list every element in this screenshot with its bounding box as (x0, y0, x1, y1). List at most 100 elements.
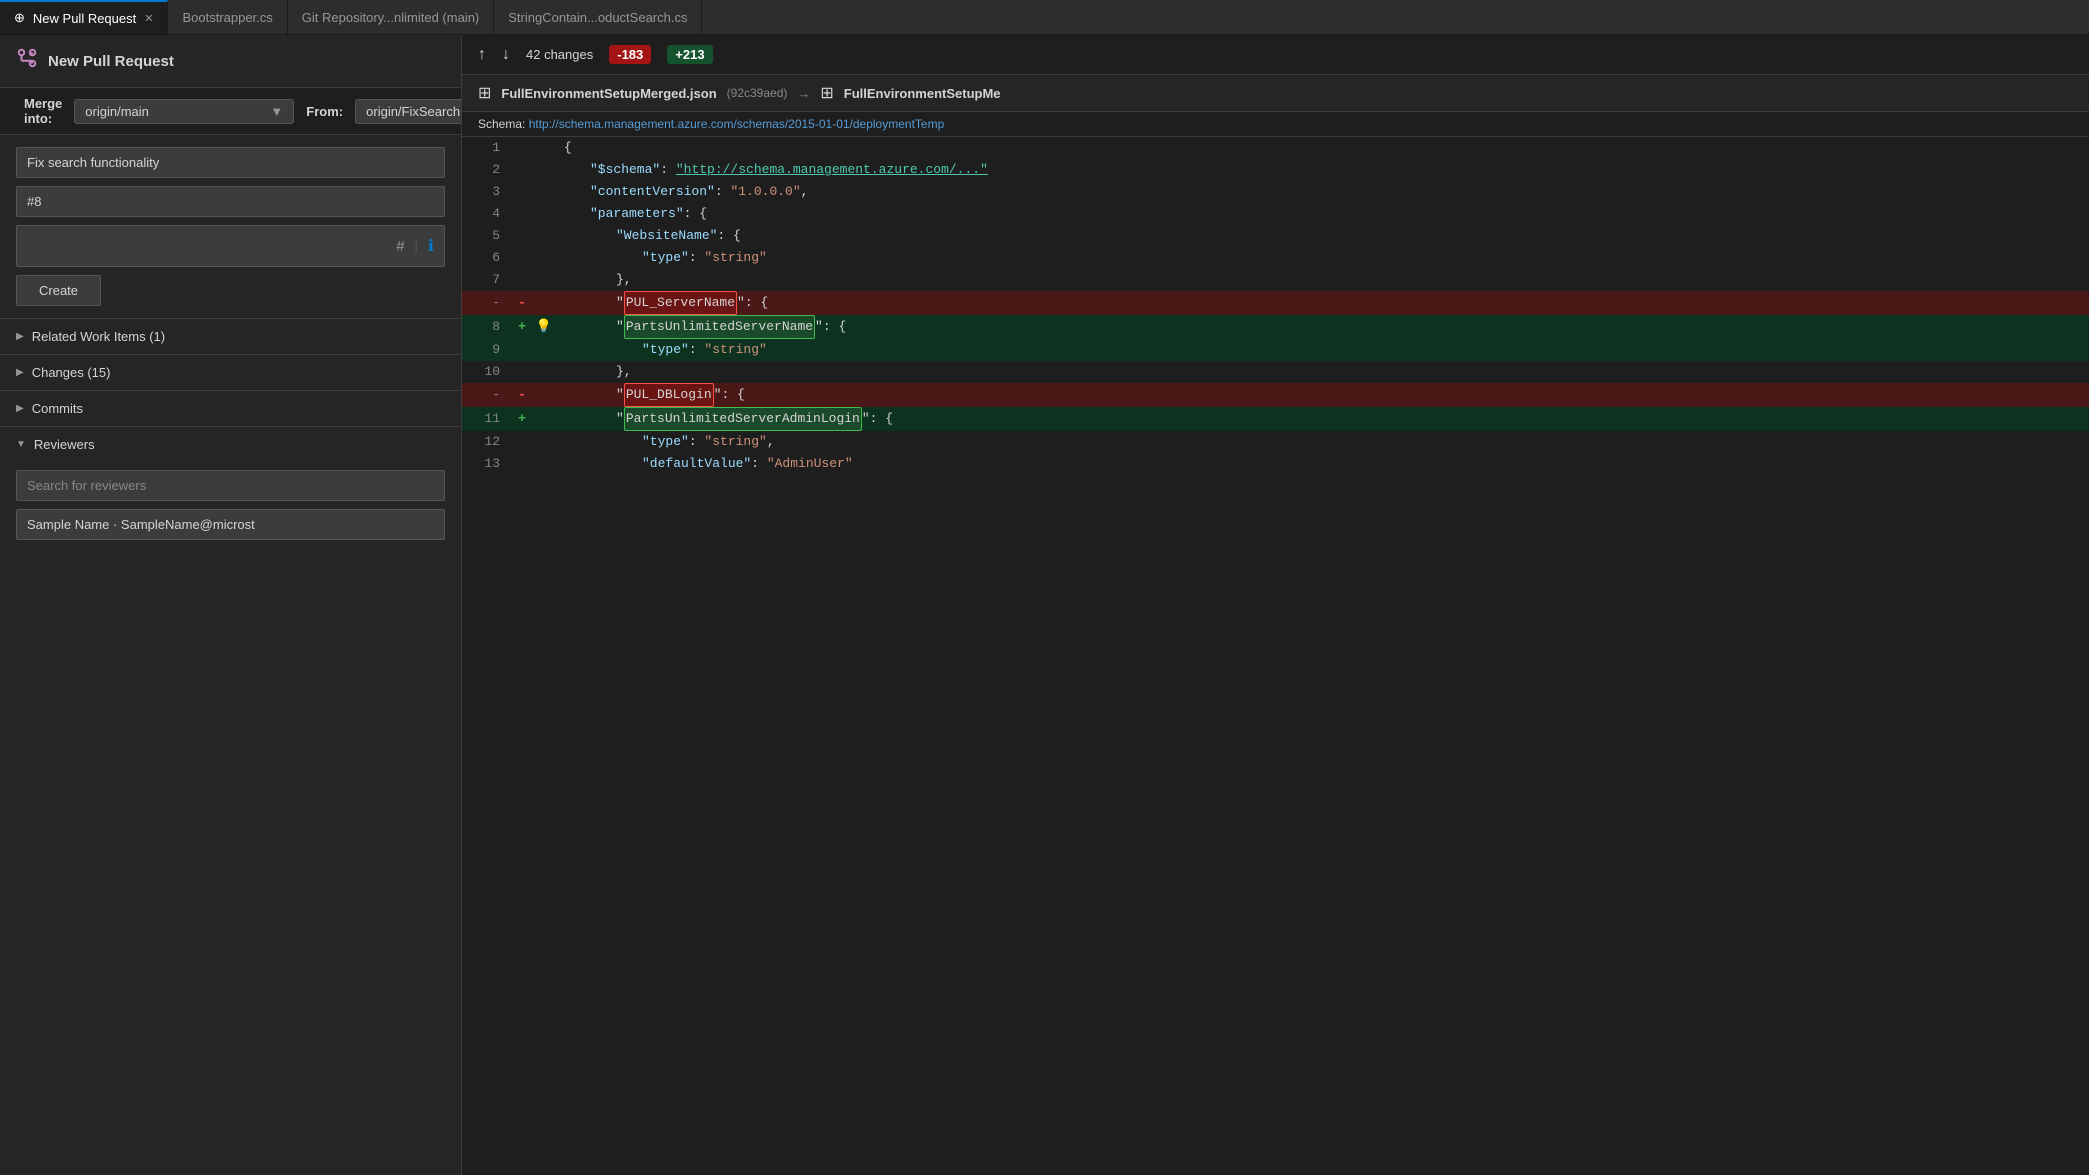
related-arrow-icon: ▶ (16, 331, 24, 342)
code-line-9: 9 "type": "string" (462, 339, 2089, 361)
pr-form: # | ℹ Create (0, 135, 461, 318)
line-content: "PartsUnlimitedServerAdminLogin": { (556, 407, 2089, 431)
reviewers-label: Reviewers (34, 437, 95, 452)
line-sign (512, 361, 532, 383)
section-changes: ▶ Changes (15) (0, 354, 461, 390)
changes-count-text: 42 changes (526, 47, 593, 62)
line-icon (532, 291, 556, 315)
line-icon (532, 203, 556, 225)
schema-line: Schema: http://schema.management.azure.c… (462, 112, 2089, 137)
commits-arrow-icon: ▶ (16, 403, 24, 414)
code-line-7: 7 }, (462, 269, 2089, 291)
schema-label: Schema: (478, 117, 525, 131)
file-icon-left: ⊞ (478, 83, 491, 103)
line-content: "PUL_DBLogin": { (556, 383, 2089, 407)
pr-description-area[interactable]: # | ℹ (16, 225, 445, 267)
line-sign (512, 431, 532, 453)
related-label: Related Work Items (1) (32, 329, 165, 344)
section-reviewers-header[interactable]: ▼ Reviewers (0, 427, 461, 462)
code-line-removed-dblogin: - - "PUL_DBLogin": { (462, 383, 2089, 407)
section-reviewers: ▼ Reviewers Sample Name · SampleName@mic… (0, 426, 461, 556)
prev-change-button[interactable]: ↑ (478, 46, 486, 64)
line-sign (512, 203, 532, 225)
line-sign: + (512, 407, 532, 431)
section-commits: ▶ Commits (0, 390, 461, 426)
from-label: From: (306, 104, 343, 119)
line-icon (532, 269, 556, 291)
line-icon (532, 247, 556, 269)
changes-header-bar: ↑ ↓ 42 changes -183 +213 (462, 35, 2089, 75)
changes-label: Changes (15) (32, 365, 111, 380)
file-header: ⊞ FullEnvironmentSetupMerged.json (92c39… (462, 75, 2089, 112)
tab-bar: ⊕ New Pull Request ✕ Bootstrapper.cs Git… (0, 0, 2089, 35)
tab-close-icon[interactable]: ✕ (144, 12, 153, 25)
line-number: 9 (462, 339, 512, 361)
line-icon (532, 137, 556, 159)
code-line-12: 12 "type": "string", (462, 431, 2089, 453)
line-number: 2 (462, 159, 512, 181)
merge-into-branch: origin/main (85, 104, 149, 119)
line-number: 4 (462, 203, 512, 225)
line-number: 5 (462, 225, 512, 247)
create-button[interactable]: Create (16, 275, 101, 306)
code-view[interactable]: 1 { 2 "$schema": "http://schema.manageme… (462, 137, 2089, 1175)
commits-label: Commits (32, 401, 83, 416)
line-sign (512, 137, 532, 159)
code-line-6: 6 "type": "string" (462, 247, 2089, 269)
tab-label: StringContain...oductSearch.cs (508, 10, 687, 25)
line-sign (512, 225, 532, 247)
line-icon (532, 361, 556, 383)
code-line-2: 2 "$schema": "http://schema.management.a… (462, 159, 2089, 181)
reviewers-arrow-icon: ▼ (16, 439, 26, 450)
line-content: "parameters": { (556, 203, 2089, 225)
right-panel: ↑ ↓ 42 changes -183 +213 ⊞ FullEnvironme… (462, 35, 2089, 1175)
pr-title-input[interactable] (16, 147, 445, 178)
pr-id-input[interactable] (16, 186, 445, 217)
code-line-3: 3 "contentVersion": "1.0.0.0", (462, 181, 2089, 203)
line-number: 6 (462, 247, 512, 269)
tab-new-pull-request[interactable]: ⊕ New Pull Request ✕ (0, 0, 168, 34)
tab-pin-icon: ⊕ (14, 10, 25, 26)
section-changes-header[interactable]: ▶ Changes (15) (0, 355, 461, 390)
code-line-10: 10 }, (462, 361, 2089, 383)
section-commits-header[interactable]: ▶ Commits (0, 391, 461, 426)
reviewer-search-input[interactable] (16, 470, 445, 501)
section-related-header[interactable]: ▶ Related Work Items (1) (0, 319, 461, 354)
pr-icon (16, 47, 38, 75)
separator: | (415, 239, 418, 254)
line-number: 12 (462, 431, 512, 453)
line-icon (532, 225, 556, 247)
line-number: 3 (462, 181, 512, 203)
line-icon (532, 159, 556, 181)
line-number: 8 (462, 315, 512, 339)
tab-string-contain[interactable]: StringContain...oductSearch.cs (494, 0, 702, 34)
pr-header: New Pull Request (0, 35, 461, 88)
line-number: 13 (462, 453, 512, 475)
line-sign (512, 453, 532, 475)
info-icon[interactable]: ℹ (428, 236, 434, 256)
reviewers-content: Sample Name · SampleName@microst (0, 462, 461, 556)
tab-git-repo[interactable]: Git Repository...nlimited (main) (288, 0, 494, 34)
code-line-removed-server: - - "PUL_ServerName": { (462, 291, 2089, 315)
schema-url[interactable]: http://schema.management.azure.com/schem… (529, 117, 945, 131)
added-badge: +213 (667, 45, 712, 64)
code-line-added-server: 8 + 💡 "PartsUnlimitedServerName": { (462, 315, 2089, 339)
line-sign: + (512, 315, 532, 339)
next-change-button[interactable]: ↓ (502, 46, 510, 64)
from-branch-dropdown[interactable]: origin/FixSearchFunctionality ▼ (355, 99, 462, 124)
reviewer-item[interactable]: Sample Name · SampleName@microst (16, 509, 445, 540)
line-icon (532, 181, 556, 203)
line-content: "contentVersion": "1.0.0.0", (556, 181, 2089, 203)
line-number: 11 (462, 407, 512, 431)
tab-label: Git Repository...nlimited (main) (302, 10, 479, 25)
line-number: - (462, 291, 512, 315)
tab-bootstrapper[interactable]: Bootstrapper.cs (168, 0, 287, 34)
line-icon (532, 431, 556, 453)
tab-label: Bootstrapper.cs (182, 10, 272, 25)
line-sign (512, 181, 532, 203)
line-sign (512, 339, 532, 361)
hash-icon: # (396, 238, 404, 255)
line-sign (512, 247, 532, 269)
line-icon (532, 407, 556, 431)
merge-into-dropdown[interactable]: origin/main ▼ (74, 99, 294, 124)
